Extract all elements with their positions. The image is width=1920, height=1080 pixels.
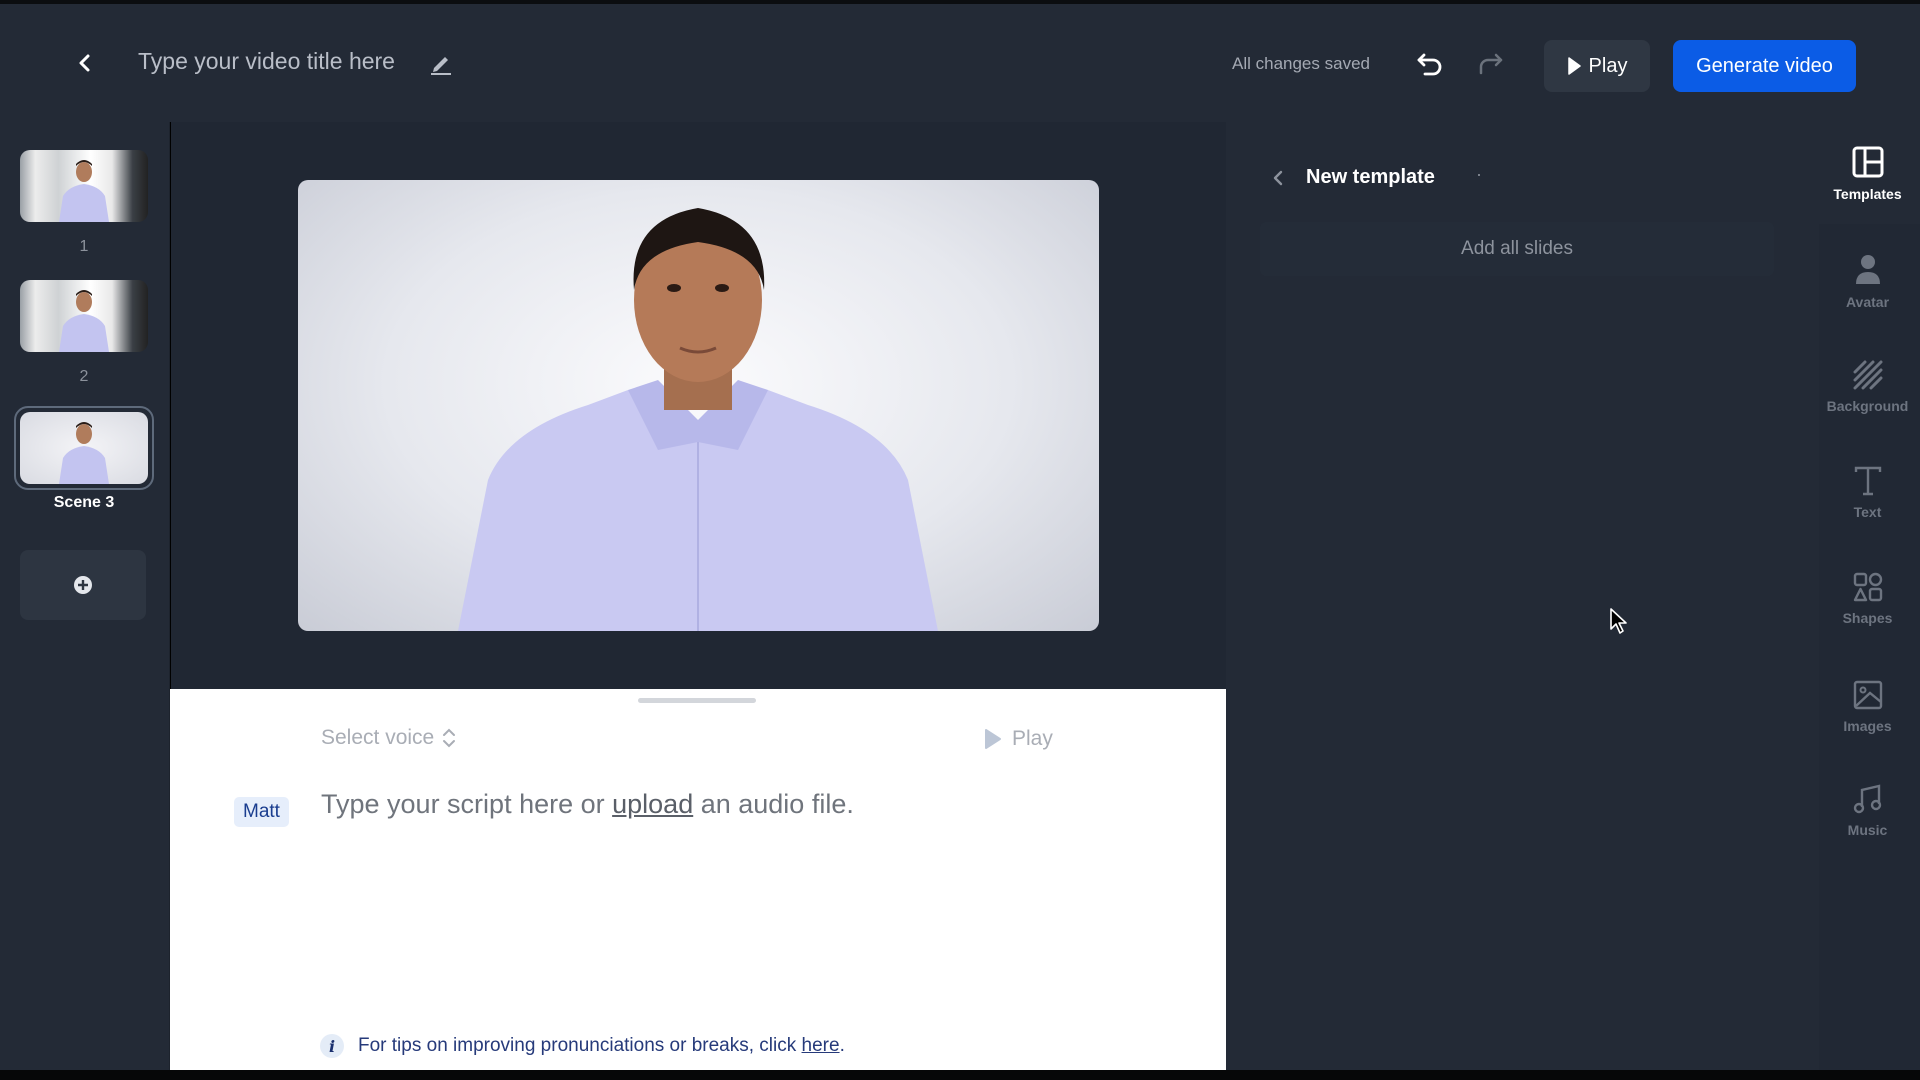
add-all-slides-button[interactable]: Add all slides (1260, 222, 1774, 276)
play-button[interactable]: Play (1544, 40, 1650, 92)
scene-label: Scene 3 (53, 494, 115, 511)
voice-select-label: Select voice (321, 726, 435, 749)
generate-video-button[interactable]: Generate video (1673, 40, 1856, 92)
chevron-left-icon (79, 54, 90, 72)
tip-text: For tips on improving pronunciations or … (358, 1035, 845, 1057)
script-placeholder-text: Type your script here or (321, 789, 613, 819)
tip-text-prefix: For tips on improving pronunciations or … (358, 1035, 802, 1056)
add-scene-button[interactable] (20, 550, 146, 620)
play-icon (985, 729, 1001, 749)
play-icon (1567, 57, 1581, 75)
panel-title: New template (1306, 166, 1435, 188)
back-button[interactable] (72, 50, 98, 76)
panel-back-button[interactable] (1266, 166, 1290, 190)
avatar-icon (1855, 255, 1880, 284)
voice-select[interactable]: Select voice (321, 726, 456, 750)
text-icon (1854, 466, 1881, 496)
rail-label: Background (1826, 398, 1909, 414)
scene-canvas (171, 122, 1226, 689)
rail-item-background[interactable]: Background (1815, 360, 1920, 414)
script-placeholder-text: an audio file. (693, 789, 854, 819)
save-status: All changes saved (1232, 54, 1370, 73)
bottom-edge (0, 1070, 1920, 1080)
header: Type your video title here All changes s… (0, 4, 1920, 122)
rail-label: Templates (1833, 186, 1902, 202)
pencil-icon (431, 57, 451, 75)
script-panel: Select voice Play Matt Type your script … (170, 689, 1226, 1070)
plus-circle-icon (74, 576, 92, 594)
upload-link[interactable]: upload (612, 789, 693, 819)
redo-button[interactable] (1474, 49, 1506, 79)
loading-dot (1478, 174, 1480, 176)
active-scene-frame (14, 406, 154, 490)
mouse-cursor-icon (1610, 608, 1627, 634)
tool-rail: Templates Avatar Background Text Shapes … (1815, 122, 1920, 1070)
scene-item-2[interactable]: 2 (20, 280, 148, 386)
background-icon (1853, 360, 1882, 390)
scene-thumbnail (20, 150, 148, 222)
rail-label: Text (1853, 504, 1882, 520)
rail-item-music[interactable]: Music (1815, 784, 1920, 838)
edit-title-button[interactable] (428, 50, 454, 76)
scene-thumbnail (20, 412, 148, 484)
rail-label: Avatar (1845, 294, 1890, 310)
scene-item-1[interactable]: 1 (20, 150, 148, 256)
avatar-person-image (458, 208, 938, 631)
music-icon (1853, 784, 1881, 814)
templates-panel: New template Add all slides (1226, 122, 1815, 1070)
play-button-label: Play (1588, 54, 1628, 77)
chevron-left-icon (1273, 170, 1283, 186)
undo-icon (1417, 53, 1442, 76)
script-play-button[interactable]: Play (984, 727, 1053, 751)
resize-handle[interactable] (638, 698, 756, 703)
rail-item-templates[interactable]: Templates (1815, 146, 1920, 202)
scene-label: 1 (79, 238, 89, 255)
avatar-video-preview[interactable] (298, 180, 1099, 631)
avatar-person-image (59, 422, 109, 484)
scene-sidebar: 1 2 Scene 3 (0, 122, 170, 1070)
script-play-label: Play (1012, 727, 1053, 750)
avatar-person-image (59, 290, 109, 352)
redo-icon (1479, 53, 1503, 75)
rail-item-shapes[interactable]: Shapes (1815, 572, 1920, 626)
rail-item-images[interactable]: Images (1815, 680, 1920, 734)
info-icon: i (320, 1034, 344, 1058)
rail-item-text[interactable]: Text (1815, 466, 1920, 520)
scene-thumbnail (20, 280, 148, 352)
shapes-icon (1853, 572, 1882, 602)
tip-here-link[interactable]: here (802, 1035, 840, 1056)
avatar-person-image (59, 160, 109, 222)
rail-item-avatar[interactable]: Avatar (1815, 254, 1920, 310)
speaker-tag[interactable]: Matt (234, 797, 289, 827)
rail-label: Shapes (1842, 610, 1893, 626)
script-input[interactable]: Type your script here or upload an audio… (321, 789, 854, 820)
templates-icon (1852, 146, 1883, 178)
scene-label: 2 (79, 368, 89, 385)
rail-label: Images (1843, 718, 1892, 734)
chevron-up-down-icon (443, 728, 456, 748)
tip-text-suffix: . (839, 1035, 845, 1056)
undo-button[interactable] (1414, 49, 1446, 79)
rail-background (1819, 224, 1920, 1070)
rail-label: Music (1847, 822, 1888, 838)
tip-banner: i For tips on improving pronunciations o… (320, 1034, 845, 1058)
video-title-input[interactable]: Type your video title here (138, 48, 395, 75)
scene-item-3[interactable]: Scene 3 (14, 406, 154, 512)
images-icon (1853, 680, 1882, 710)
